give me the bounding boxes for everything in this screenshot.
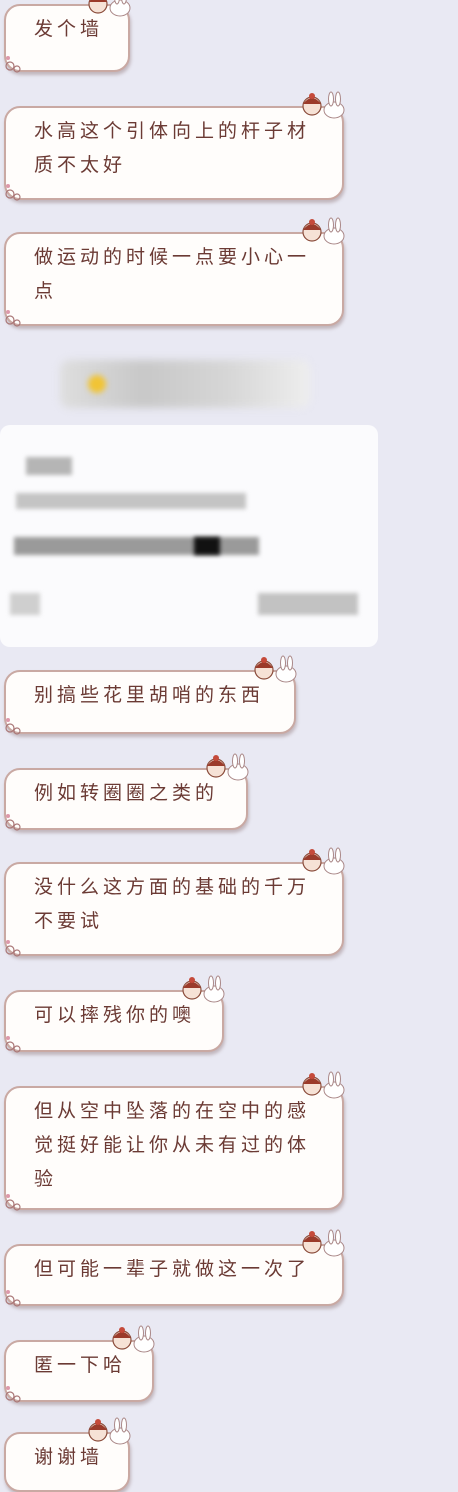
flower-corner-icon [5, 184, 21, 201]
flower-corner-icon [5, 940, 21, 957]
message-text: 别搞些花里胡哨的东西 [34, 684, 265, 706]
message-bubble[interactable]: 别搞些花里胡哨的东西 [4, 655, 297, 735]
flower-corner-icon [5, 1386, 21, 1403]
message-bubble[interactable]: 但可能一辈子就做这一次了 [4, 1229, 345, 1307]
girl-bunny-sticker-icon [206, 753, 249, 781]
flower-corner-icon [5, 56, 21, 73]
girl-bunny-sticker-icon [254, 655, 297, 683]
flower-corner-icon [5, 718, 21, 735]
girl-bunny-sticker-icon [302, 1229, 345, 1257]
message-bubble[interactable]: 发个墙 [4, 0, 131, 73]
message-bubble[interactable]: 匿一下哈 [4, 1325, 155, 1403]
girl-bunny-sticker-icon [302, 217, 345, 245]
message-bubble[interactable]: 做运动的时候一点要小心一点 [4, 217, 345, 327]
girl-bunny-sticker-icon [302, 1071, 345, 1099]
girl-bunny-sticker-icon [112, 1325, 155, 1353]
message-bubble[interactable]: 可以摔残你的噢 [4, 975, 225, 1053]
redacted-shared-card[interactable] [0, 425, 378, 647]
flower-corner-icon [5, 1036, 21, 1053]
girl-bunny-sticker-icon [302, 847, 345, 875]
girl-bunny-sticker-icon [88, 1417, 131, 1445]
redacted-avatar-icon [88, 375, 106, 393]
message-bubble[interactable]: 水高这个引体向上的杆子材质不太好 [4, 91, 345, 201]
message-bubble[interactable]: 没什么这方面的基础的千万不要试 [4, 847, 345, 957]
message-bubble[interactable]: 但从空中坠落的在空中的感觉挺好能让你从未有过的体验 [4, 1071, 345, 1211]
flower-corner-icon [5, 310, 21, 327]
flower-corner-icon [5, 1290, 21, 1307]
girl-bunny-sticker-icon [88, 0, 131, 17]
flower-corner-icon [5, 1194, 21, 1211]
flower-corner-icon [5, 814, 21, 831]
girl-bunny-sticker-icon [182, 975, 225, 1003]
girl-bunny-sticker-icon [302, 91, 345, 119]
message-text: 没什么这方面的基础的千万不要试 [34, 876, 311, 932]
message-bubble[interactable]: 例如转圈圈之类的 [4, 753, 249, 831]
message-text: 做运动的时候一点要小心一点 [34, 246, 311, 302]
message-text: 水高这个引体向上的杆子材质不太好 [34, 120, 311, 176]
message-text: 但从空中坠落的在空中的感觉挺好能让你从未有过的体验 [34, 1100, 311, 1190]
message-bubble[interactable]: 谢谢墙 [4, 1417, 131, 1492]
message-text: 但可能一辈子就做这一次了 [34, 1258, 311, 1280]
